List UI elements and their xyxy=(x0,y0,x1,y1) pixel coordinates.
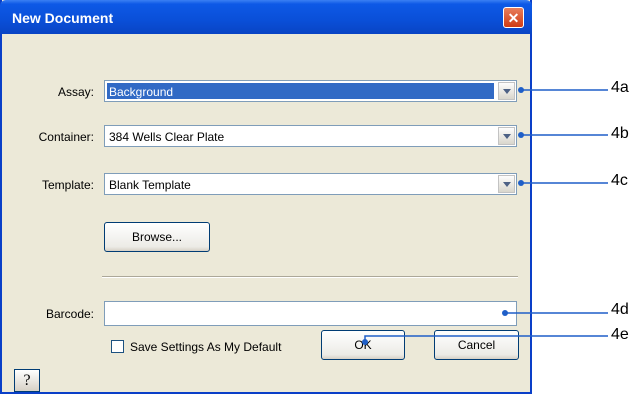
callout-line-4e xyxy=(364,335,608,342)
callout-label-4d: 4d xyxy=(611,301,629,318)
callout-label-4e: 4e xyxy=(611,326,629,343)
callout-lines xyxy=(362,87,608,345)
callout-label-4b: 4b xyxy=(611,125,629,142)
callout-label-4c: 4c xyxy=(611,172,628,189)
callout-label-4a: 4a xyxy=(611,79,629,96)
